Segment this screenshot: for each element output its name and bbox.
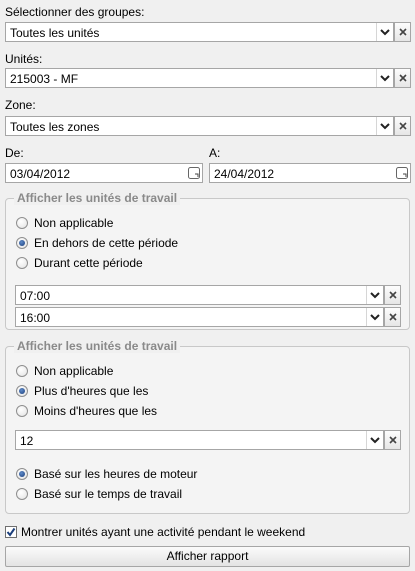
close-icon bbox=[399, 28, 407, 36]
chevron-down-icon[interactable] bbox=[366, 308, 383, 326]
hours-option-label: Moins d'heures que les bbox=[34, 404, 158, 418]
chevron-down-icon[interactable] bbox=[366, 286, 383, 304]
radio-icon bbox=[16, 217, 28, 229]
zone-label: Zone: bbox=[5, 98, 36, 112]
groups-select[interactable]: Toutes les unités bbox=[5, 22, 394, 42]
zone-select-value: Toutes les zones bbox=[10, 120, 100, 134]
weekend-checkbox[interactable] bbox=[5, 526, 17, 538]
checkmark-icon bbox=[6, 527, 16, 537]
calendar-icon[interactable] bbox=[188, 167, 200, 179]
from-date-label: De: bbox=[5, 146, 24, 160]
close-icon bbox=[389, 313, 397, 321]
chevron-down-icon[interactable] bbox=[376, 117, 393, 135]
radio-icon bbox=[16, 405, 28, 417]
start-time-value: 07:00 bbox=[20, 289, 51, 303]
weekend-label: Montrer unités ayant une activité pendan… bbox=[21, 525, 306, 539]
units-label: Unités: bbox=[5, 52, 43, 66]
radio-icon bbox=[16, 257, 28, 269]
radio-selected-icon bbox=[16, 237, 28, 249]
work-units-period-group: Afficher les unités de travail Non appli… bbox=[5, 191, 410, 330]
calendar-icon[interactable] bbox=[396, 167, 408, 179]
period-option-label: Durant cette période bbox=[34, 256, 143, 270]
close-icon bbox=[399, 122, 407, 130]
units-clear-button[interactable] bbox=[394, 68, 411, 88]
work-units-hours-title: Afficher les unités de travail bbox=[14, 339, 181, 353]
basis-option-label: Basé sur le temps de travail bbox=[34, 487, 183, 501]
hours-option-label: Non applicable bbox=[34, 364, 114, 378]
show-report-button[interactable]: Afficher rapport bbox=[5, 546, 410, 567]
to-date-field[interactable]: 24/04/2012 bbox=[209, 163, 411, 183]
close-icon bbox=[399, 74, 407, 82]
radio-selected-icon bbox=[16, 468, 28, 480]
radio-icon bbox=[16, 488, 28, 500]
chevron-down-icon[interactable] bbox=[366, 431, 383, 449]
to-date-value: 24/04/2012 bbox=[214, 167, 275, 181]
hours-select[interactable]: 12 bbox=[15, 430, 384, 450]
close-icon bbox=[389, 436, 397, 444]
hours-value: 12 bbox=[20, 434, 34, 448]
basis-option-label: Basé sur les heures de moteur bbox=[34, 467, 198, 481]
groups-clear-button[interactable] bbox=[394, 22, 411, 42]
end-time-value: 16:00 bbox=[20, 311, 51, 325]
zone-select[interactable]: Toutes les zones bbox=[5, 116, 394, 136]
close-icon bbox=[389, 291, 397, 299]
work-units-hours-group: Afficher les unités de travail Non appli… bbox=[5, 339, 410, 514]
work-units-period-title: Afficher les unités de travail bbox=[14, 191, 181, 205]
period-option-label: En dehors de cette période bbox=[34, 236, 179, 250]
units-select[interactable]: 215003 - MF bbox=[5, 68, 394, 88]
units-select-value: 215003 - MF bbox=[10, 72, 79, 86]
from-date-field[interactable]: 03/04/2012 bbox=[5, 163, 203, 183]
chevron-down-icon[interactable] bbox=[376, 69, 393, 87]
start-time-select[interactable]: 07:00 bbox=[15, 285, 384, 305]
groups-label: Sélectionner des groupes: bbox=[5, 5, 145, 19]
end-time-select[interactable]: 16:00 bbox=[15, 307, 384, 327]
period-option-label: Non applicable bbox=[34, 216, 114, 230]
chevron-down-icon[interactable] bbox=[376, 23, 393, 41]
hours-option-label: Plus d'heures que les bbox=[34, 384, 149, 398]
end-time-clear-button[interactable] bbox=[384, 307, 401, 327]
to-date-label: A: bbox=[209, 146, 221, 160]
hours-clear-button[interactable] bbox=[384, 430, 401, 450]
groups-select-value: Toutes les unités bbox=[10, 26, 100, 40]
radio-selected-icon bbox=[16, 385, 28, 397]
from-date-value: 03/04/2012 bbox=[10, 167, 71, 181]
start-time-clear-button[interactable] bbox=[384, 285, 401, 305]
zone-clear-button[interactable] bbox=[394, 116, 411, 136]
radio-icon bbox=[16, 365, 28, 377]
